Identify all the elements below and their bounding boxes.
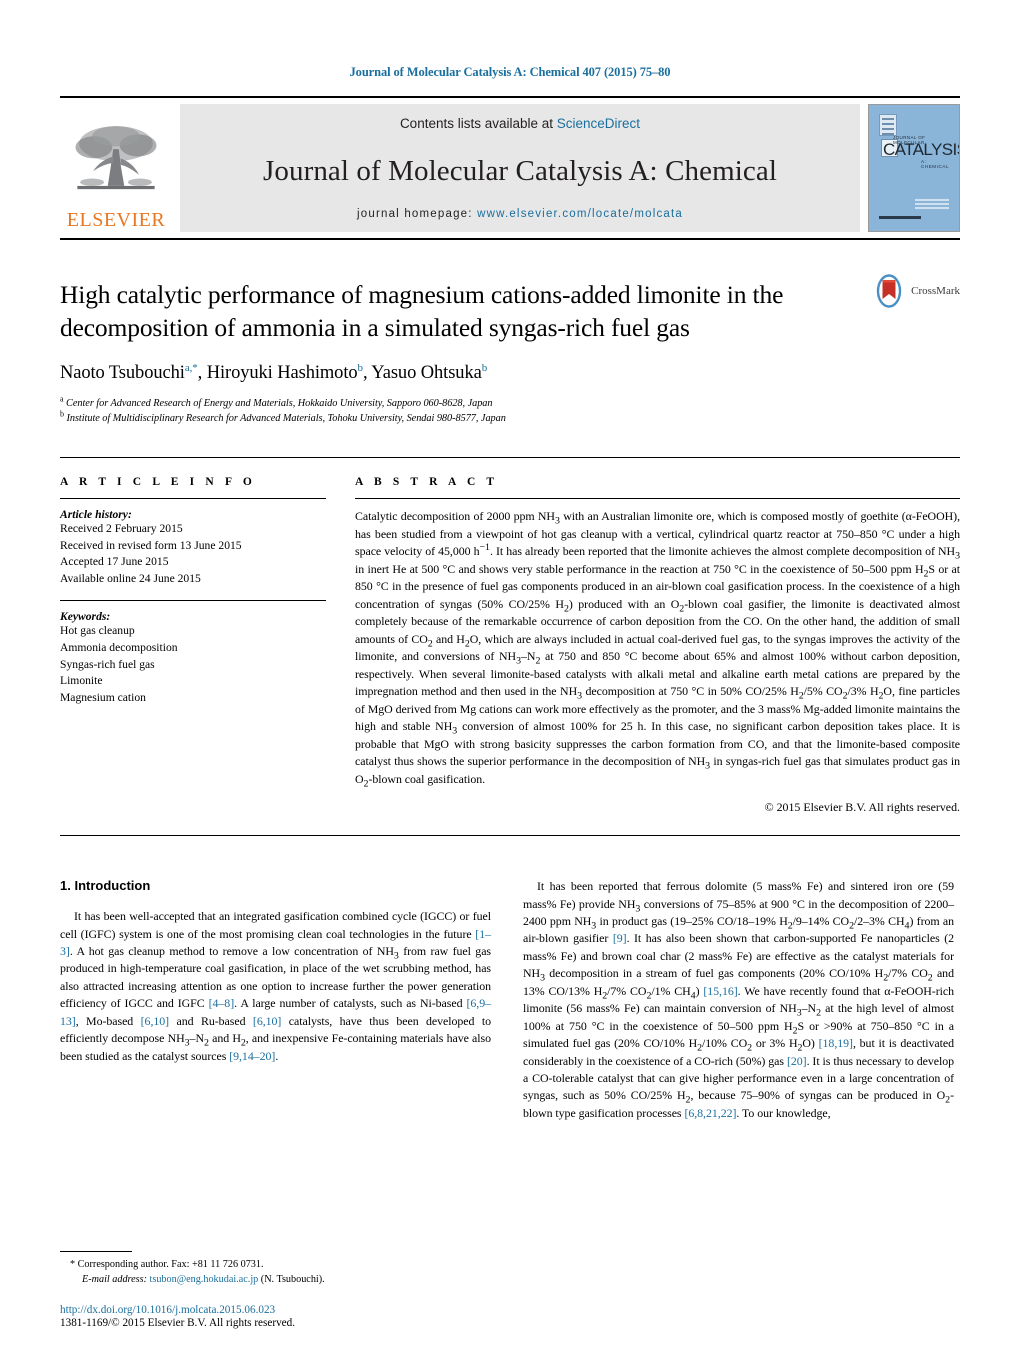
- journal-masthead: ELSEVIER Contents lists available at Sci…: [60, 104, 960, 232]
- elsevier-wordmark: ELSEVIER: [66, 209, 166, 231]
- abstract-column: A B S T R A C T Catalytic decomposition …: [346, 476, 960, 815]
- footnote-rule: [60, 1251, 132, 1253]
- corresponding-author-note: * Corresponding author. Fax: +81 11 726 …: [70, 1259, 264, 1271]
- sciencedirect-link[interactable]: ScienceDirect: [557, 116, 640, 131]
- affiliation-item: b Institute of Multidisciplinary Researc…: [60, 409, 960, 427]
- crossmark-icon: [876, 274, 902, 308]
- affiliation-item: a Center for Advanced Research of Energy…: [60, 394, 960, 412]
- paper-page: Journal of Molecular Catalysis A: Chemic…: [0, 0, 1020, 1351]
- email-suffix: (N. Tsubouchi).: [260, 1274, 325, 1286]
- history-item: Received in revised form 13 June 2015: [60, 538, 242, 552]
- cover-publisher-mark: [915, 199, 949, 215]
- journal-cover-thumbnail[interactable]: JOURNAL OF MOLECULAR CATALYSIS A: CHEMIC…: [868, 104, 960, 232]
- keyword-item: Magnesium cation: [60, 690, 146, 704]
- article-info-column: A R T I C L E I N F O Article history: R…: [60, 476, 346, 815]
- abstract-rule: [355, 498, 960, 500]
- cover-big-title: CATALYSIS: [883, 140, 960, 159]
- article-title: High catalytic performance of magnesium …: [60, 280, 784, 343]
- article-history-label: Article history:: [60, 508, 132, 522]
- homepage-url-link[interactable]: www.elsevier.com/locate/molcata: [477, 208, 683, 220]
- affiliation-text: Institute of Multidisciplinary Research …: [66, 413, 506, 425]
- intro-paragraph-right: It has been reported that ferrous dolomi…: [523, 879, 955, 1120]
- body-column-left: 1. Introduction It has been well-accepte…: [60, 878, 491, 1122]
- contents-list-line: Contents lists available at ScienceDirec…: [400, 116, 640, 131]
- cover-subtitle: A: CHEMICAL: [921, 159, 950, 169]
- article-info-rule: [60, 498, 326, 500]
- history-item: Received 2 February 2015: [60, 522, 183, 536]
- affiliation-list: a Center for Advanced Research of Energy…: [60, 394, 960, 427]
- running-head: Journal of Molecular Catalysis A: Chemic…: [349, 65, 671, 79]
- elsevier-logo[interactable]: ELSEVIER: [60, 104, 172, 232]
- keyword-item: Limonite: [60, 674, 103, 688]
- footnote-block: * Corresponding author. Fax: +81 11 726 …: [60, 1251, 491, 1329]
- article-info-heading: A R T I C L E I N F O: [60, 476, 256, 489]
- masthead-center: Contents lists available at ScienceDirec…: [180, 104, 860, 232]
- body-column-right: It has been reported that ferrous dolomi…: [523, 878, 954, 1122]
- email-label: E-mail address:: [82, 1274, 147, 1286]
- journal-title: Journal of Molecular Catalysis A: Chemic…: [262, 155, 777, 187]
- abstract-body: Catalytic decomposition of 2000 ppm NH3 …: [355, 509, 961, 789]
- email-note: E-mail address: tsubon@eng.hokudai.ac.jp…: [60, 1273, 491, 1288]
- issn-copyright-line: 1381-1169/© 2015 Elsevier B.V. All right…: [60, 1317, 296, 1329]
- title-block: High catalytic performance of magnesium …: [60, 240, 960, 427]
- author-list: Naoto Tsubouchia,*, Hiroyuki Hashimotob,…: [60, 362, 488, 384]
- homepage-prefix: journal homepage:: [357, 208, 478, 220]
- info-abstract-bottom-rule: [60, 835, 960, 837]
- info-abstract-top-rule: [60, 457, 960, 459]
- keywords-rule: [60, 600, 326, 602]
- section-heading-introduction: 1. Introduction: [60, 878, 151, 894]
- keyword-item: Ammonia decomposition: [60, 641, 178, 655]
- cover-badge-icon: [879, 114, 897, 136]
- cover-footer-bar: [879, 216, 921, 219]
- history-item: Available online 24 June 2015: [60, 571, 201, 585]
- affiliation-marker: b: [60, 409, 64, 419]
- keyword-item: Hot gas cleanup: [60, 624, 135, 638]
- affiliation-marker: a: [60, 394, 64, 404]
- abstract-heading: A B S T R A C T: [355, 476, 499, 489]
- elsevier-tree-icon: [75, 126, 157, 190]
- abstract-copyright: © 2015 Elsevier B.V. All rights reserved…: [764, 800, 960, 815]
- keywords-label: Keywords:: [60, 610, 111, 624]
- cover-artwork: JOURNAL OF MOLECULAR CATALYSIS A: CHEMIC…: [875, 111, 959, 225]
- doi-link[interactable]: http://dx.doi.org/10.1016/j.molcata.2015…: [60, 1304, 491, 1316]
- masthead-top-rule: [60, 96, 960, 98]
- affiliation-text: Center for Advanced Research of Energy a…: [66, 398, 493, 410]
- keyword-item: Syngas-rich fuel gas: [60, 657, 155, 671]
- contents-prefix: Contents lists available at: [399, 116, 557, 131]
- journal-homepage-line: journal homepage: www.elsevier.com/locat…: [357, 208, 683, 220]
- history-item: Accepted 17 June 2015: [60, 555, 169, 569]
- crossmark-badge[interactable]: CrossMark: [872, 274, 960, 308]
- body-columns: 1. Introduction It has been well-accepte…: [60, 878, 960, 1122]
- email-link[interactable]: tsubon@eng.hokudai.ac.jp: [150, 1274, 259, 1285]
- info-abstract-region: A R T I C L E I N F O Article history: R…: [60, 476, 960, 815]
- crossmark-label: CrossMark: [911, 285, 960, 297]
- intro-paragraph-left: It has been well-accepted that an integr…: [60, 909, 492, 1063]
